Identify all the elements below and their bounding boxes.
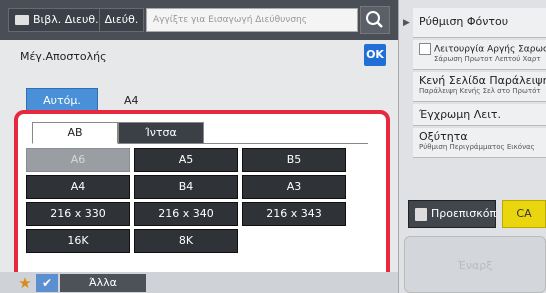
slow-scan-item[interactable]: Λειτουργία Αργής Σαρωσης Σάρωση Πρωτοτ Λ… — [413, 40, 546, 70]
search-button[interactable] — [360, 6, 390, 34]
preview-icon — [415, 208, 427, 221]
preview-label: Προεπισκόπ — [431, 207, 497, 220]
ca-button[interactable]: CA — [502, 200, 546, 228]
blank-page-skip-label: Κενή Σελίδα Παράλειψη — [419, 74, 546, 87]
address-book-tab-label: Βιβλ. Διευθ. — [33, 13, 99, 26]
size-button-a6: A6 — [26, 148, 130, 172]
sharpness-item[interactable]: Οξύτητα Ρύθμιση Περιγράμματος Εικόνας — [413, 128, 546, 158]
size-button-a3[interactable]: A3 — [242, 175, 346, 199]
send-size-dialog: Μέγ.Αποστολής OK Αυτόμ. A4 AB Ίντσα A6 A… — [0, 40, 398, 293]
sharpness-subtitle: Ρύθμιση Περιγράμματος Εικόνας — [419, 143, 535, 151]
color-mode-item[interactable]: Έγχρωμη Λειτ. — [413, 104, 546, 126]
start-button[interactable]: Έναρξ — [404, 236, 546, 293]
size-button-a4[interactable]: A4 — [26, 175, 130, 199]
address-input[interactable]: Αγγίξτε για Εισαγωγή Διεύθυνσης — [146, 8, 358, 32]
dialog-title: Μέγ.Αποστολής — [20, 50, 107, 63]
address-book-icon — [15, 15, 29, 25]
preview-button[interactable]: Προεπισκόπ — [408, 200, 496, 228]
top-bar: Βιβλ. Διευθ. Διεύθ. Αγγίξτε για Εισαγωγή… — [0, 0, 398, 40]
address-tab[interactable]: Διεύθ. — [100, 8, 144, 32]
other-button[interactable]: Άλλα — [60, 274, 146, 292]
star-icon[interactable]: ★ — [16, 274, 34, 292]
size-button-216x343[interactable]: 216 x 343 — [242, 202, 346, 226]
address-book-tab[interactable]: Βιβλ. Διευθ. — [8, 8, 100, 32]
tab-ab[interactable]: AB — [32, 122, 118, 144]
tab-inch[interactable]: Ίντσα — [118, 122, 204, 144]
size-button-a5[interactable]: A5 — [134, 148, 238, 172]
slow-scan-label: Λειτουργία Αργής Σαρωσης — [434, 44, 546, 55]
size-button-216x340[interactable]: 216 x 340 — [134, 202, 238, 226]
color-mode-label: Έγχρωμη Λειτ. — [419, 108, 502, 121]
search-icon — [366, 11, 383, 28]
size-button-8k[interactable]: 8K — [134, 229, 238, 253]
collapse-arrow-icon[interactable]: ▶ — [403, 18, 411, 28]
blank-page-skip-subtitle: Παράλειψη Κενής Σελ στο Πρωτότ — [419, 87, 541, 95]
check-icon[interactable]: ✔ — [36, 274, 58, 292]
current-size-value: A4 — [124, 94, 139, 107]
size-button-b5[interactable]: B5 — [242, 148, 346, 172]
size-button-216x330[interactable]: 216 x 330 — [26, 202, 130, 226]
sharpness-label: Οξύτητα — [419, 130, 468, 143]
size-selection-panel: AB Ίντσα A6 A5 B5 A4 B4 A3 216 x 330 216… — [14, 110, 390, 284]
slow-scan-subtitle: Σάρωση Πρωτοτ Λεπτού Χαρτ — [434, 55, 541, 63]
background-setting-item[interactable]: Ρύθμιση Φόντου — [413, 8, 546, 38]
slow-scan-checkbox[interactable] — [419, 43, 431, 55]
blank-page-skip-item[interactable]: Κενή Σελίδα Παράλειψη Παράλειψη Κενής Σε… — [413, 72, 546, 102]
size-button-16k[interactable]: 16K — [26, 229, 130, 253]
tab-divider — [204, 143, 368, 144]
size-button-b4[interactable]: B4 — [134, 175, 238, 199]
background-setting-label: Ρύθμιση Φόντου — [419, 15, 509, 28]
ok-button[interactable]: OK — [364, 44, 386, 66]
